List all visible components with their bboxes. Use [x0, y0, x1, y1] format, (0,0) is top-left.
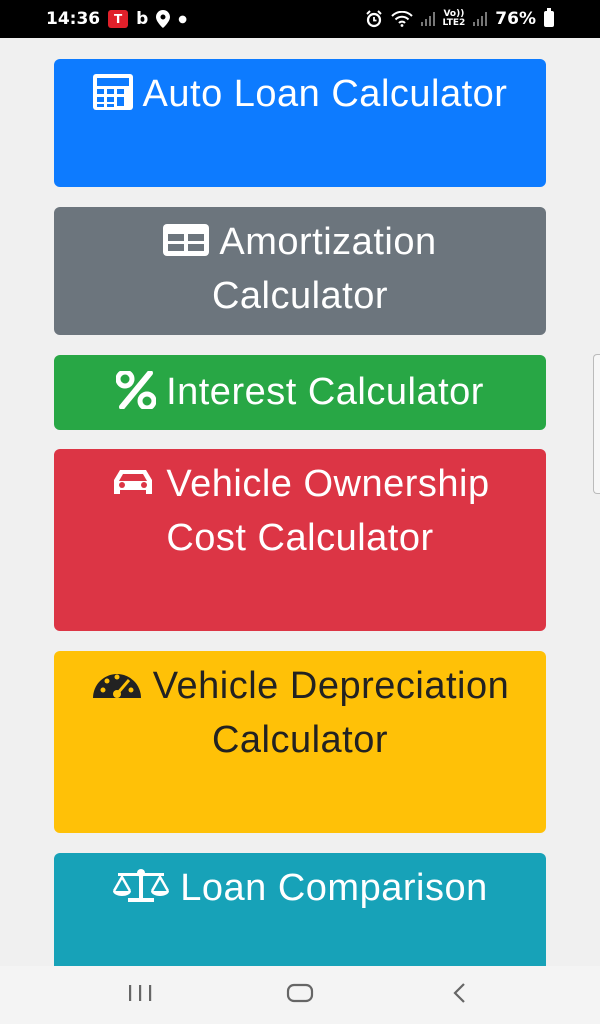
- balance-scale-icon: [112, 868, 170, 903]
- back-icon: [450, 981, 470, 1010]
- alarm-icon: [365, 10, 383, 28]
- home-icon: [286, 982, 314, 1009]
- calculator-icon: [92, 73, 133, 110]
- vehicle-depreciation-calculator-label: Vehicle Depreciation Calculator: [152, 665, 510, 761]
- speedometer-icon: [91, 668, 143, 700]
- carrier-badge-icon: T: [108, 10, 129, 28]
- interest-calculator-button[interactable]: Interest Calculator: [54, 355, 546, 430]
- volte-bottom-text: LTE2: [442, 18, 466, 28]
- loan-comparison-label: Loan Comparison: [180, 867, 488, 909]
- notification-dot-icon: ●: [178, 13, 188, 25]
- wifi-icon: [390, 11, 413, 27]
- battery-percent: 76%: [495, 9, 536, 29]
- auto-loan-calculator-button[interactable]: Auto Loan Calculator: [54, 59, 546, 187]
- vehicle-depreciation-calculator-button[interactable]: Vehicle Depreciation Calculator: [54, 651, 546, 833]
- status-bar: 14:36 T b ● Vo)) LTE2 76%: [0, 0, 600, 38]
- calculator-menu: Auto Loan Calculator Amortization Calcul…: [0, 38, 600, 966]
- status-left: 14:36 T b ●: [46, 9, 187, 29]
- interest-calculator-label: Interest Calculator: [166, 371, 484, 413]
- scroll-handle[interactable]: [593, 354, 600, 494]
- auto-loan-calculator-label: Auto Loan Calculator: [142, 73, 508, 115]
- back-button[interactable]: [430, 975, 490, 1015]
- recent-apps-icon: [126, 983, 154, 1008]
- signal-strength-icon: [420, 12, 435, 26]
- amortization-calculator-button[interactable]: Amortization Calculator: [54, 207, 546, 335]
- signal-strength-2-icon: [473, 12, 488, 26]
- home-button[interactable]: [270, 975, 330, 1015]
- percent-icon: [116, 370, 157, 409]
- location-pin-icon: [156, 10, 171, 28]
- table-icon: [163, 223, 210, 256]
- system-navigation-bar: [0, 966, 600, 1024]
- loan-comparison-button[interactable]: Loan Comparison: [54, 853, 546, 966]
- amortization-calculator-label: Amortization Calculator: [211, 221, 437, 317]
- vehicle-ownership-cost-calculator-button[interactable]: Vehicle Ownership Cost Calculator: [54, 449, 546, 631]
- car-icon: [110, 466, 156, 498]
- vehicle-ownership-cost-calculator-label: Vehicle Ownership Cost Calculator: [166, 463, 490, 559]
- status-right: Vo)) LTE2 76%: [365, 8, 554, 29]
- battery-icon: [544, 8, 554, 27]
- status-time: 14:36: [46, 9, 101, 29]
- volte-icon: Vo)) LTE2: [443, 10, 466, 28]
- recent-apps-button[interactable]: [110, 975, 170, 1015]
- b-app-icon: b: [136, 9, 149, 29]
